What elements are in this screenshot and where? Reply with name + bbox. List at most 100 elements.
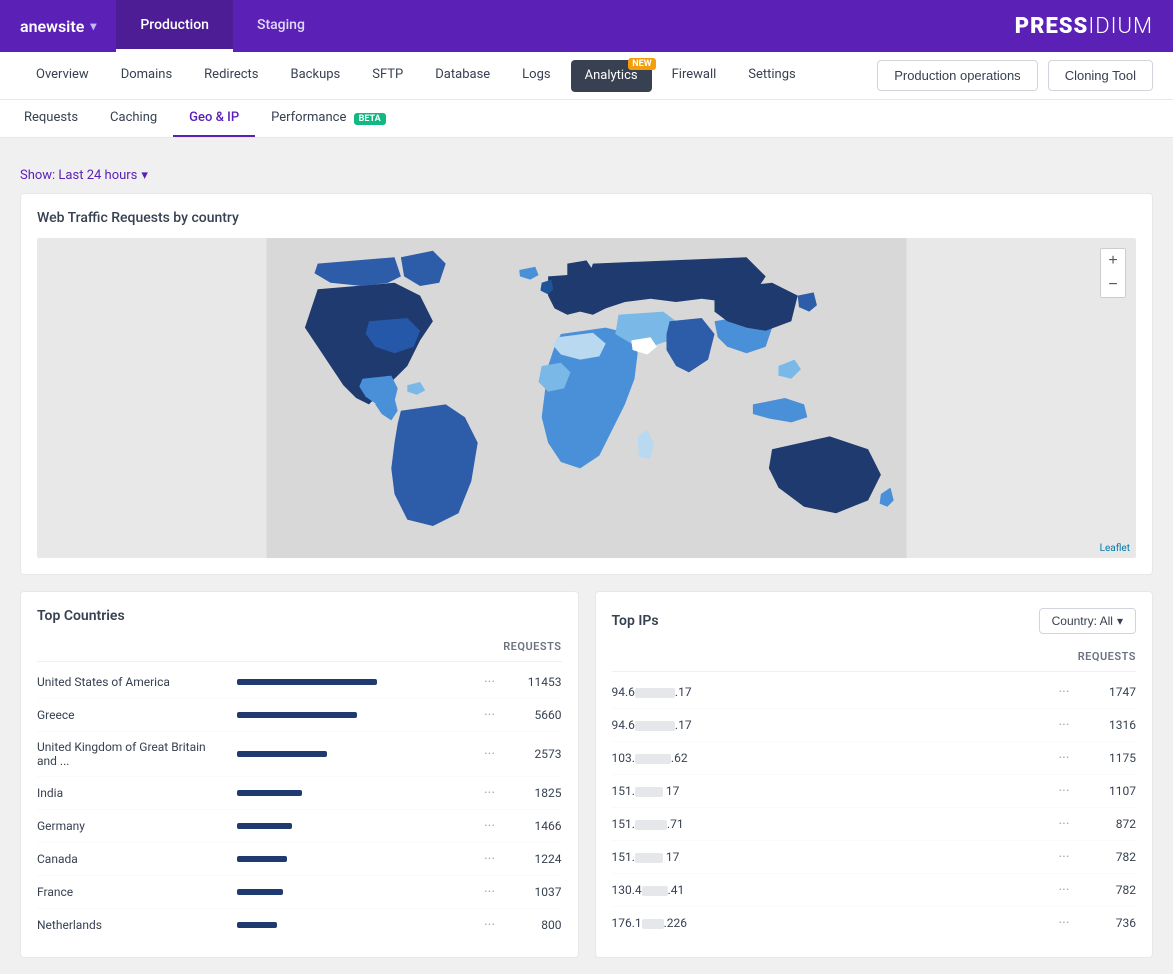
row-menu[interactable]: ··· [478, 674, 502, 690]
production-operations-button[interactable]: Production operations [877, 60, 1037, 91]
table-row: 103..62 ··· 1175 [612, 742, 1137, 775]
row-menu[interactable]: ··· [478, 785, 502, 801]
request-count: 872 [1076, 817, 1136, 831]
table-row: 130.4.41 ··· 782 [612, 874, 1137, 907]
country-name: Greece [37, 708, 227, 722]
row-menu[interactable]: ··· [1052, 717, 1076, 733]
ip-address: 130.4.41 [612, 883, 1053, 897]
nav-domains[interactable]: Domains [105, 52, 188, 100]
request-count: 1747 [1076, 685, 1136, 699]
second-nav-left: Overview Domains Redirects Backups SFTP … [20, 52, 812, 100]
sub-tab-requests[interactable]: Requests [8, 100, 94, 137]
ips-requests-header: REQUESTS [1056, 650, 1136, 663]
countries-requests-header: REQUESTS [482, 640, 562, 653]
sub-tabs: Requests Caching Geo & IP Performance BE… [0, 100, 1173, 138]
row-menu[interactable]: ··· [1052, 783, 1076, 799]
top-ips-header: Top IPs Country: All ▾ [612, 608, 1137, 634]
ip-blur [635, 721, 675, 731]
traffic-bar [237, 712, 357, 718]
request-count: 2573 [502, 747, 562, 761]
ip-blur [635, 820, 667, 830]
ip-address: 176.1.226 [612, 916, 1053, 930]
tab-production[interactable]: Production [116, 0, 233, 52]
table-row: 151. 17 ··· 1107 [612, 775, 1137, 808]
country-filter-button[interactable]: Country: All ▾ [1039, 608, 1136, 634]
world-map [37, 238, 1136, 558]
row-menu[interactable]: ··· [478, 707, 502, 723]
row-menu[interactable]: ··· [1052, 816, 1076, 832]
traffic-bar [237, 751, 327, 757]
row-menu[interactable]: ··· [478, 746, 502, 762]
top-countries-card: Top Countries REQUESTS United States of … [20, 591, 579, 958]
country-name: Netherlands [37, 918, 227, 932]
cloning-tool-button[interactable]: Cloning Tool [1048, 60, 1153, 91]
ip-address: 94.6.17 [612, 685, 1053, 699]
map-zoom-in[interactable]: + [1101, 249, 1125, 273]
row-menu[interactable]: ··· [1052, 915, 1076, 931]
table-row: 151..71 ··· 872 [612, 808, 1137, 841]
sub-tab-performance[interactable]: Performance BETA [255, 100, 402, 137]
nav-redirects[interactable]: Redirects [188, 52, 274, 100]
traffic-bar [237, 823, 292, 829]
leaflet-link[interactable]: Leaflet [1100, 543, 1130, 554]
top-nav-tabs: Production Staging [116, 0, 329, 52]
nav-overview[interactable]: Overview [20, 52, 105, 100]
nav-firewall[interactable]: Firewall [656, 52, 733, 100]
table-row: Netherlands ··· 800 [37, 909, 562, 941]
traffic-bar [237, 922, 277, 928]
table-row: 176.1.226 ··· 736 [612, 907, 1137, 939]
map-title: Web Traffic Requests by country [37, 210, 1136, 226]
map-leaflet-attribution: Leaflet [1100, 543, 1130, 554]
table-row: Germany ··· 1466 [37, 810, 562, 843]
show-filter-link[interactable]: Show: Last 24 hours ▾ [20, 168, 1153, 183]
analytics-new-badge: NEW [628, 58, 655, 70]
request-count: 1037 [502, 885, 562, 899]
ip-address: 151. 17 [612, 784, 1053, 798]
tab-staging[interactable]: Staging [233, 0, 329, 52]
top-bar-left: anewsite ▾ Production Staging [20, 0, 329, 52]
row-menu[interactable]: ··· [478, 851, 502, 867]
filter-arrow-icon: ▾ [1117, 614, 1123, 628]
map-zoom-out[interactable]: − [1101, 273, 1125, 297]
country-name: United States of America [37, 675, 227, 689]
row-menu[interactable]: ··· [478, 917, 502, 933]
table-row: 94.6.17 ··· 1747 [612, 676, 1137, 709]
logo-text: PRESSIDIUM [1015, 14, 1153, 39]
nav-settings[interactable]: Settings [732, 52, 811, 100]
map-container[interactable]: + − Leaflet [37, 238, 1136, 558]
row-menu[interactable]: ··· [478, 818, 502, 834]
ip-address: 94.6.17 [612, 718, 1053, 732]
request-count: 1316 [1076, 718, 1136, 732]
nav-analytics[interactable]: Analytics NEW [571, 60, 652, 92]
nav-database[interactable]: Database [419, 52, 506, 100]
row-menu[interactable]: ··· [1052, 750, 1076, 766]
ip-blur [642, 919, 664, 929]
row-menu[interactable]: ··· [1052, 882, 1076, 898]
nav-logs[interactable]: Logs [506, 52, 566, 100]
ips-table-header: REQUESTS [612, 646, 1137, 672]
table-row: United States of America ··· 11453 [37, 666, 562, 699]
bar-container [237, 790, 468, 796]
site-name[interactable]: anewsite ▾ [20, 17, 96, 36]
request-count: 1107 [1076, 784, 1136, 798]
traffic-bar [237, 790, 302, 796]
sub-tab-caching[interactable]: Caching [94, 100, 173, 137]
request-count: 1224 [502, 852, 562, 866]
sub-tab-geo-ip[interactable]: Geo & IP [173, 100, 255, 137]
country-name: India [37, 786, 227, 800]
ip-blur [635, 754, 671, 764]
nav-sftp[interactable]: SFTP [356, 52, 419, 100]
map-zoom-controls: + − [1100, 248, 1126, 298]
row-menu[interactable]: ··· [478, 884, 502, 900]
table-row: India ··· 1825 [37, 777, 562, 810]
nav-backups[interactable]: Backups [275, 52, 357, 100]
traffic-bar [237, 679, 377, 685]
country-name: United Kingdom of Great Britain and ... [37, 740, 227, 768]
row-menu[interactable]: ··· [1052, 849, 1076, 865]
row-menu[interactable]: ··· [1052, 684, 1076, 700]
ip-address: 103..62 [612, 751, 1053, 765]
bar-container [237, 823, 468, 829]
top-ips-title: Top IPs [612, 613, 659, 629]
table-row: 151. 17 ··· 782 [612, 841, 1137, 874]
ip-blur [635, 787, 663, 797]
